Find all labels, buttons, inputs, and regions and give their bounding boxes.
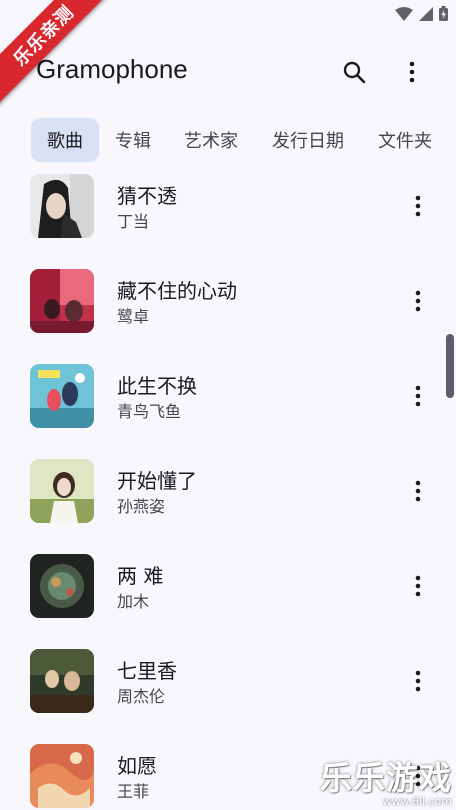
song-row[interactable]: 开始懂了 孙燕姿 (0, 453, 456, 533)
album-cover (30, 554, 94, 618)
song-options-button[interactable] (404, 188, 432, 224)
app-bar: Gramophone (0, 40, 456, 104)
album-cover (30, 269, 94, 333)
more-vert-icon (415, 670, 421, 692)
scrollbar-thumb[interactable] (446, 334, 454, 398)
tab-albums[interactable]: 专辑 (104, 118, 162, 162)
more-vert-icon (415, 195, 421, 217)
cellular-icon (419, 6, 433, 21)
song-title: 如愿 (117, 754, 157, 778)
song-row[interactable]: 此生不换 青鸟飞鱼 (0, 358, 456, 438)
album-cover (30, 459, 94, 523)
tab-bar: 歌曲 专辑 艺术家 发行日期 文件夹 (0, 118, 456, 164)
song-row[interactable]: 七里香 周杰伦 (0, 643, 456, 723)
album-cover (30, 649, 94, 713)
app-title: Gramophone (36, 54, 188, 84)
song-title: 猜不透 (117, 184, 177, 208)
song-artist: 鹭卓 (117, 307, 150, 326)
more-vert-icon (409, 61, 415, 83)
tab-artists[interactable]: 艺术家 (172, 118, 250, 162)
song-options-button[interactable] (404, 378, 432, 414)
song-artist: 孙燕姿 (117, 497, 166, 516)
battery-icon (439, 6, 448, 21)
overflow-menu-button[interactable] (398, 56, 426, 88)
song-artist: 丁当 (117, 212, 150, 231)
watermark-title: 乐乐游戏 (319, 759, 452, 797)
album-cover (30, 364, 94, 428)
song-row[interactable]: 猜不透 丁当 (0, 168, 456, 248)
more-vert-icon (415, 575, 421, 597)
search-icon (343, 61, 366, 84)
song-row[interactable]: 藏不住的心动 鹭卓 (0, 263, 456, 343)
more-vert-icon (415, 290, 421, 312)
song-list: 猜不透 丁当 藏不住的心动 鹭卓 此生不换 青鸟飞鱼 开始懂了 孙燕姿 两 难 … (0, 168, 456, 810)
wifi-icon (395, 6, 413, 21)
more-vert-icon (415, 480, 421, 502)
song-artist: 加木 (117, 592, 150, 611)
search-button[interactable] (338, 56, 370, 88)
song-options-button[interactable] (404, 568, 432, 604)
status-icons (395, 6, 448, 21)
album-cover (30, 744, 94, 808)
tab-songs[interactable]: 歌曲 (31, 118, 99, 162)
song-options-button[interactable] (404, 283, 432, 319)
song-row[interactable]: 两 难 加木 (0, 548, 456, 628)
album-cover (30, 174, 94, 238)
song-options-button[interactable] (404, 473, 432, 509)
song-artist: 王菲 (117, 782, 150, 801)
song-title: 两 难 (117, 564, 164, 588)
song-title: 此生不换 (117, 374, 197, 398)
song-title: 开始懂了 (117, 469, 197, 493)
song-title: 藏不住的心动 (117, 279, 237, 303)
more-vert-icon (415, 385, 421, 407)
song-title: 七里香 (117, 659, 177, 683)
song-artist: 周杰伦 (117, 687, 166, 706)
site-watermark: 乐乐游戏 www.6ll.com (320, 753, 452, 808)
tab-release-date[interactable]: 发行日期 (260, 118, 356, 162)
song-artist: 青鸟飞鱼 (117, 402, 182, 421)
tab-folders[interactable]: 文件夹 (366, 118, 444, 162)
song-options-button[interactable] (404, 663, 432, 699)
